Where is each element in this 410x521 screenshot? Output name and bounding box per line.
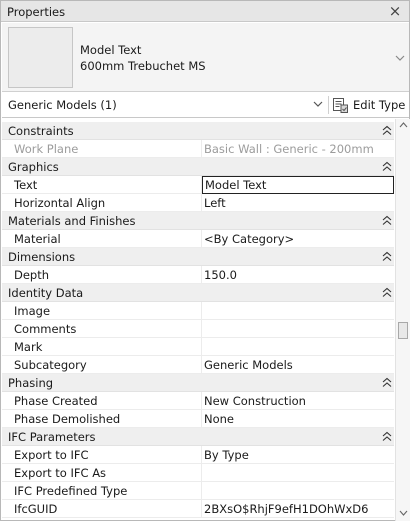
group-name: Dimensions <box>8 250 76 264</box>
property-name: Mark <box>14 340 43 354</box>
property-name: Material <box>14 232 61 246</box>
group-header[interactable]: Graphics <box>2 158 394 176</box>
column-divider <box>201 230 202 248</box>
edit-type-label: Edit Type <box>353 98 406 112</box>
property-value-input[interactable]: Model Text <box>202 176 394 194</box>
property-value[interactable]: Left <box>204 196 226 210</box>
column-divider <box>201 356 202 374</box>
property-name: Phase Created <box>14 394 98 408</box>
collapse-icon[interactable] <box>382 215 392 226</box>
property-row[interactable]: Export to IFC By Type <box>2 446 394 464</box>
vertical-scrollbar[interactable] <box>395 119 410 521</box>
property-row: Work Plane Basic Wall : Generic - 200mm <box>2 140 394 158</box>
group-header[interactable]: Identity Data <box>2 284 394 302</box>
property-name: Phase Demolished <box>14 412 121 426</box>
column-divider <box>201 464 202 482</box>
panel-title: Properties <box>7 5 66 19</box>
column-divider <box>201 194 202 212</box>
column-divider <box>201 446 202 464</box>
type-selector[interactable]: Model Text 600mm Trebuchet MS <box>2 23 409 92</box>
property-row[interactable]: Material <By Category> <box>2 230 394 248</box>
property-name: Work Plane <box>14 142 79 156</box>
column-divider <box>201 482 202 500</box>
property-name: Export to IFC <box>14 448 89 462</box>
type-thumbnail <box>8 27 73 88</box>
property-name: Horizontal Align <box>14 196 106 210</box>
group-header[interactable]: IFC Parameters <box>2 428 394 446</box>
property-value: Model Text <box>205 178 267 192</box>
group-name: Materials and Finishes <box>8 214 136 228</box>
property-row[interactable]: Subcategory Generic Models <box>2 356 394 374</box>
chevron-down-icon[interactable] <box>395 53 405 63</box>
property-name: Subcategory <box>14 358 87 372</box>
property-name: Depth <box>14 268 50 282</box>
property-value[interactable]: 2BXsO$RhjF9efH1DOhWxD6 <box>204 502 368 516</box>
edit-type-icon <box>333 98 348 113</box>
property-name: IfcGUID <box>14 502 58 516</box>
toolbar-divider <box>328 96 329 114</box>
property-row[interactable]: Horizontal Align Left <box>2 194 394 212</box>
collapse-icon[interactable] <box>382 125 392 136</box>
type-name: 600mm Trebuchet MS <box>80 59 206 73</box>
property-row[interactable]: IfcGUID 2BXsO$RhjF9efH1DOhWxD6 <box>2 500 394 518</box>
property-value[interactable]: New Construction <box>204 394 306 408</box>
column-divider <box>201 500 202 518</box>
panel-title-bar[interactable]: Properties × <box>1 1 409 22</box>
property-value[interactable]: Generic Models <box>204 358 293 372</box>
group-name: Graphics <box>8 160 59 174</box>
edit-type-button[interactable]: Edit Type <box>332 95 406 116</box>
property-row[interactable]: Phase Created New Construction <box>2 392 394 410</box>
property-row[interactable]: Comments <box>2 320 394 338</box>
property-value[interactable]: 150.0 <box>204 268 237 282</box>
group-name: Identity Data <box>8 286 84 300</box>
property-value[interactable]: None <box>204 412 234 426</box>
group-name: Constraints <box>8 124 74 138</box>
column-divider <box>201 320 202 338</box>
scroll-down-icon[interactable] <box>399 509 408 517</box>
group-name: Phasing <box>8 376 54 390</box>
scrollbar-thumb[interactable] <box>398 322 408 339</box>
column-divider <box>201 266 202 284</box>
column-divider <box>201 410 202 428</box>
property-row[interactable]: Depth 150.0 <box>2 266 394 284</box>
collapse-icon[interactable] <box>382 251 392 262</box>
property-row[interactable]: Phase Demolished None <box>2 410 394 428</box>
property-value[interactable]: <By Category> <box>204 232 294 246</box>
group-name: IFC Parameters <box>8 430 96 444</box>
property-row[interactable]: Mark <box>2 338 394 356</box>
scroll-up-icon[interactable] <box>399 121 408 129</box>
property-row[interactable]: Text Model Text <box>2 176 394 194</box>
type-family-name: Model Text <box>80 43 142 57</box>
property-row[interactable]: Image <box>2 302 394 320</box>
column-divider <box>201 140 202 158</box>
group-header[interactable]: Phasing <box>2 374 394 392</box>
properties-panel: Properties × Model Text 600mm Trebuchet … <box>0 0 410 521</box>
instance-filter-bar: Generic Models (1) Edit Type <box>2 93 409 118</box>
collapse-icon[interactable] <box>382 431 392 442</box>
close-icon[interactable]: × <box>387 2 403 20</box>
property-name: Image <box>14 304 51 318</box>
group-header[interactable]: Materials and Finishes <box>2 212 394 230</box>
group-header[interactable]: Dimensions <box>2 248 394 266</box>
collapse-icon[interactable] <box>382 377 392 388</box>
chevron-down-icon[interactable] <box>313 100 323 108</box>
property-value[interactable]: By Type <box>204 448 249 462</box>
group-header[interactable]: Constraints <box>2 122 394 140</box>
property-name: Comments <box>14 322 77 336</box>
property-name: IFC Predefined Type <box>14 484 128 498</box>
collapse-icon[interactable] <box>382 287 392 298</box>
column-divider <box>201 302 202 320</box>
column-divider <box>201 392 202 410</box>
column-divider <box>201 338 202 356</box>
property-row[interactable]: Export to IFC As <box>2 464 394 482</box>
properties-grid: Constraints Work Plane Basic Wall : Generi… <box>2 122 394 518</box>
property-row[interactable]: IFC Predefined Type <box>2 482 394 500</box>
collapse-icon[interactable] <box>382 161 392 172</box>
property-name: Text <box>14 178 38 192</box>
property-name: Export to IFC As <box>14 466 107 480</box>
instance-filter-dropdown[interactable]: Generic Models (1) <box>8 98 117 112</box>
property-value: Basic Wall : Generic - 200mm <box>204 142 374 156</box>
